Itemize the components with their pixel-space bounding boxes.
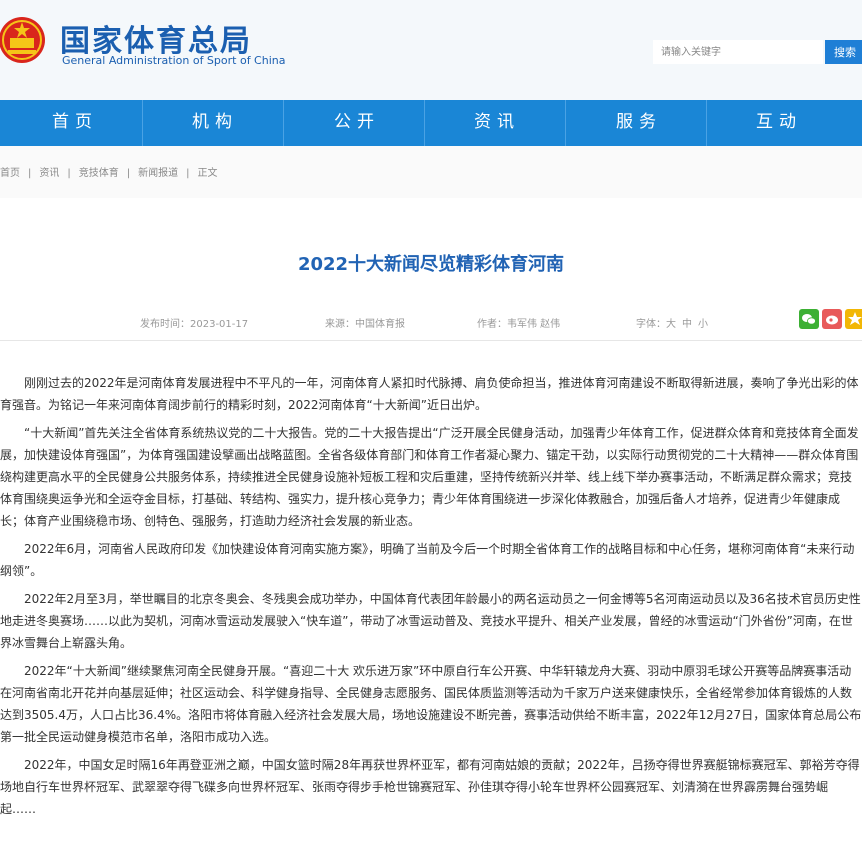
font-size-label: 字体： (636, 319, 666, 330)
nav-divider (142, 100, 143, 146)
source-label: 来源： (325, 319, 355, 330)
breadcrumb-news-reports[interactable]: 新闻报道 (138, 168, 178, 179)
font-size-control: 字体：大中小 (636, 315, 708, 330)
nav-item-organization[interactable]: 机构 (170, 100, 260, 146)
article-paragraph: 2022年6月，河南省人民政府印发《加快建设体育河南实施方案》，明确了当前及今后… (0, 542, 855, 578)
article-paragraph: 2022年“十大新闻”继续聚焦河南全民健身开展。“喜迎二十大 欢乐进万家”环中原… (0, 664, 862, 744)
article-paragraph: 2022年，中国女足时隔16年再登亚洲之巅，中国女篮时隔28年再获世界杯亚军，都… (0, 758, 860, 816)
site-header: 国家体育总局 General Administration of Sport o… (0, 0, 862, 100)
nav-item-home[interactable]: 首页 (30, 100, 120, 146)
divider (0, 340, 862, 341)
nav-item-service[interactable]: 服务 (594, 100, 684, 146)
article-source: 来源：中国体育报 (325, 315, 405, 330)
nav-item-interaction[interactable]: 互动 (734, 100, 824, 146)
qzone-icon[interactable] (845, 309, 862, 329)
nav-divider (565, 100, 566, 146)
breadcrumb-separator: | (28, 168, 32, 179)
article-paragraph: 2022年2月至3月，举世瞩目的北京冬奥会、冬残奥会成功举办，中国体育代表团年龄… (0, 592, 861, 650)
nav-divider (283, 100, 284, 146)
national-emblem-icon[interactable] (0, 14, 50, 66)
breadcrumb-competitive-sports[interactable]: 竞技体育 (79, 168, 119, 179)
breadcrumb-home[interactable]: 首页 (0, 168, 20, 179)
breadcrumb-news[interactable]: 资讯 (39, 168, 59, 179)
search-input[interactable] (653, 40, 823, 64)
article-paragraph: 刚刚过去的2022年是河南体育发展进程中不平凡的一年，河南体育人紧扣时代脉搏、肩… (0, 376, 859, 412)
breadcrumb-bar: 首页 | 资讯 | 竞技体育 | 新闻报道 | 正文 (0, 146, 862, 198)
breadcrumb-separator: | (67, 168, 71, 179)
article-author: 作者：韦军伟 赵伟 (477, 315, 560, 330)
breadcrumb-separator: | (126, 168, 131, 179)
font-size-small[interactable]: 小 (698, 319, 708, 330)
weibo-icon[interactable] (822, 309, 842, 329)
nav-divider (706, 100, 707, 146)
nav-item-public[interactable]: 公开 (312, 100, 402, 146)
source-value: 中国体育报 (355, 319, 405, 330)
nav-item-news[interactable]: 资讯 (452, 100, 542, 146)
font-size-medium[interactable]: 中 (682, 319, 692, 330)
breadcrumb: 首页 | 资讯 | 竞技体育 | 新闻报道 | 正文 (0, 164, 218, 179)
main-nav: 首页 机构 公开 资讯 服务 互动 (0, 100, 862, 146)
publish-label: 发布时间： (140, 319, 190, 330)
wechat-icon[interactable] (799, 309, 819, 329)
breadcrumb-separator: | (186, 168, 190, 179)
publish-date-value: 2023-01-17 (190, 319, 249, 330)
font-size-large[interactable]: 大 (666, 319, 676, 330)
article-paragraph: “十大新闻”首先关注全省体育系统热议党的二十大报告。党的二十大报告提出“广泛开展… (0, 426, 859, 528)
breadcrumb-current: 正文 (197, 168, 218, 179)
article-body: 刚刚过去的2022年是河南体育发展进程中不平凡的一年，河南体育人紧扣时代脉搏、肩… (0, 372, 862, 826)
author-value: 韦军伟 赵伟 (507, 319, 561, 330)
search-button[interactable]: 搜索 (825, 40, 862, 64)
publish-date: 发布时间：2023-01-17 (140, 315, 248, 330)
author-label: 作者： (477, 319, 507, 330)
article-title: 2022十大新闻尽览精彩体育河南 (297, 254, 565, 275)
nav-divider (424, 100, 425, 146)
site-subtitle: General Administration of Sport of China (62, 54, 286, 67)
